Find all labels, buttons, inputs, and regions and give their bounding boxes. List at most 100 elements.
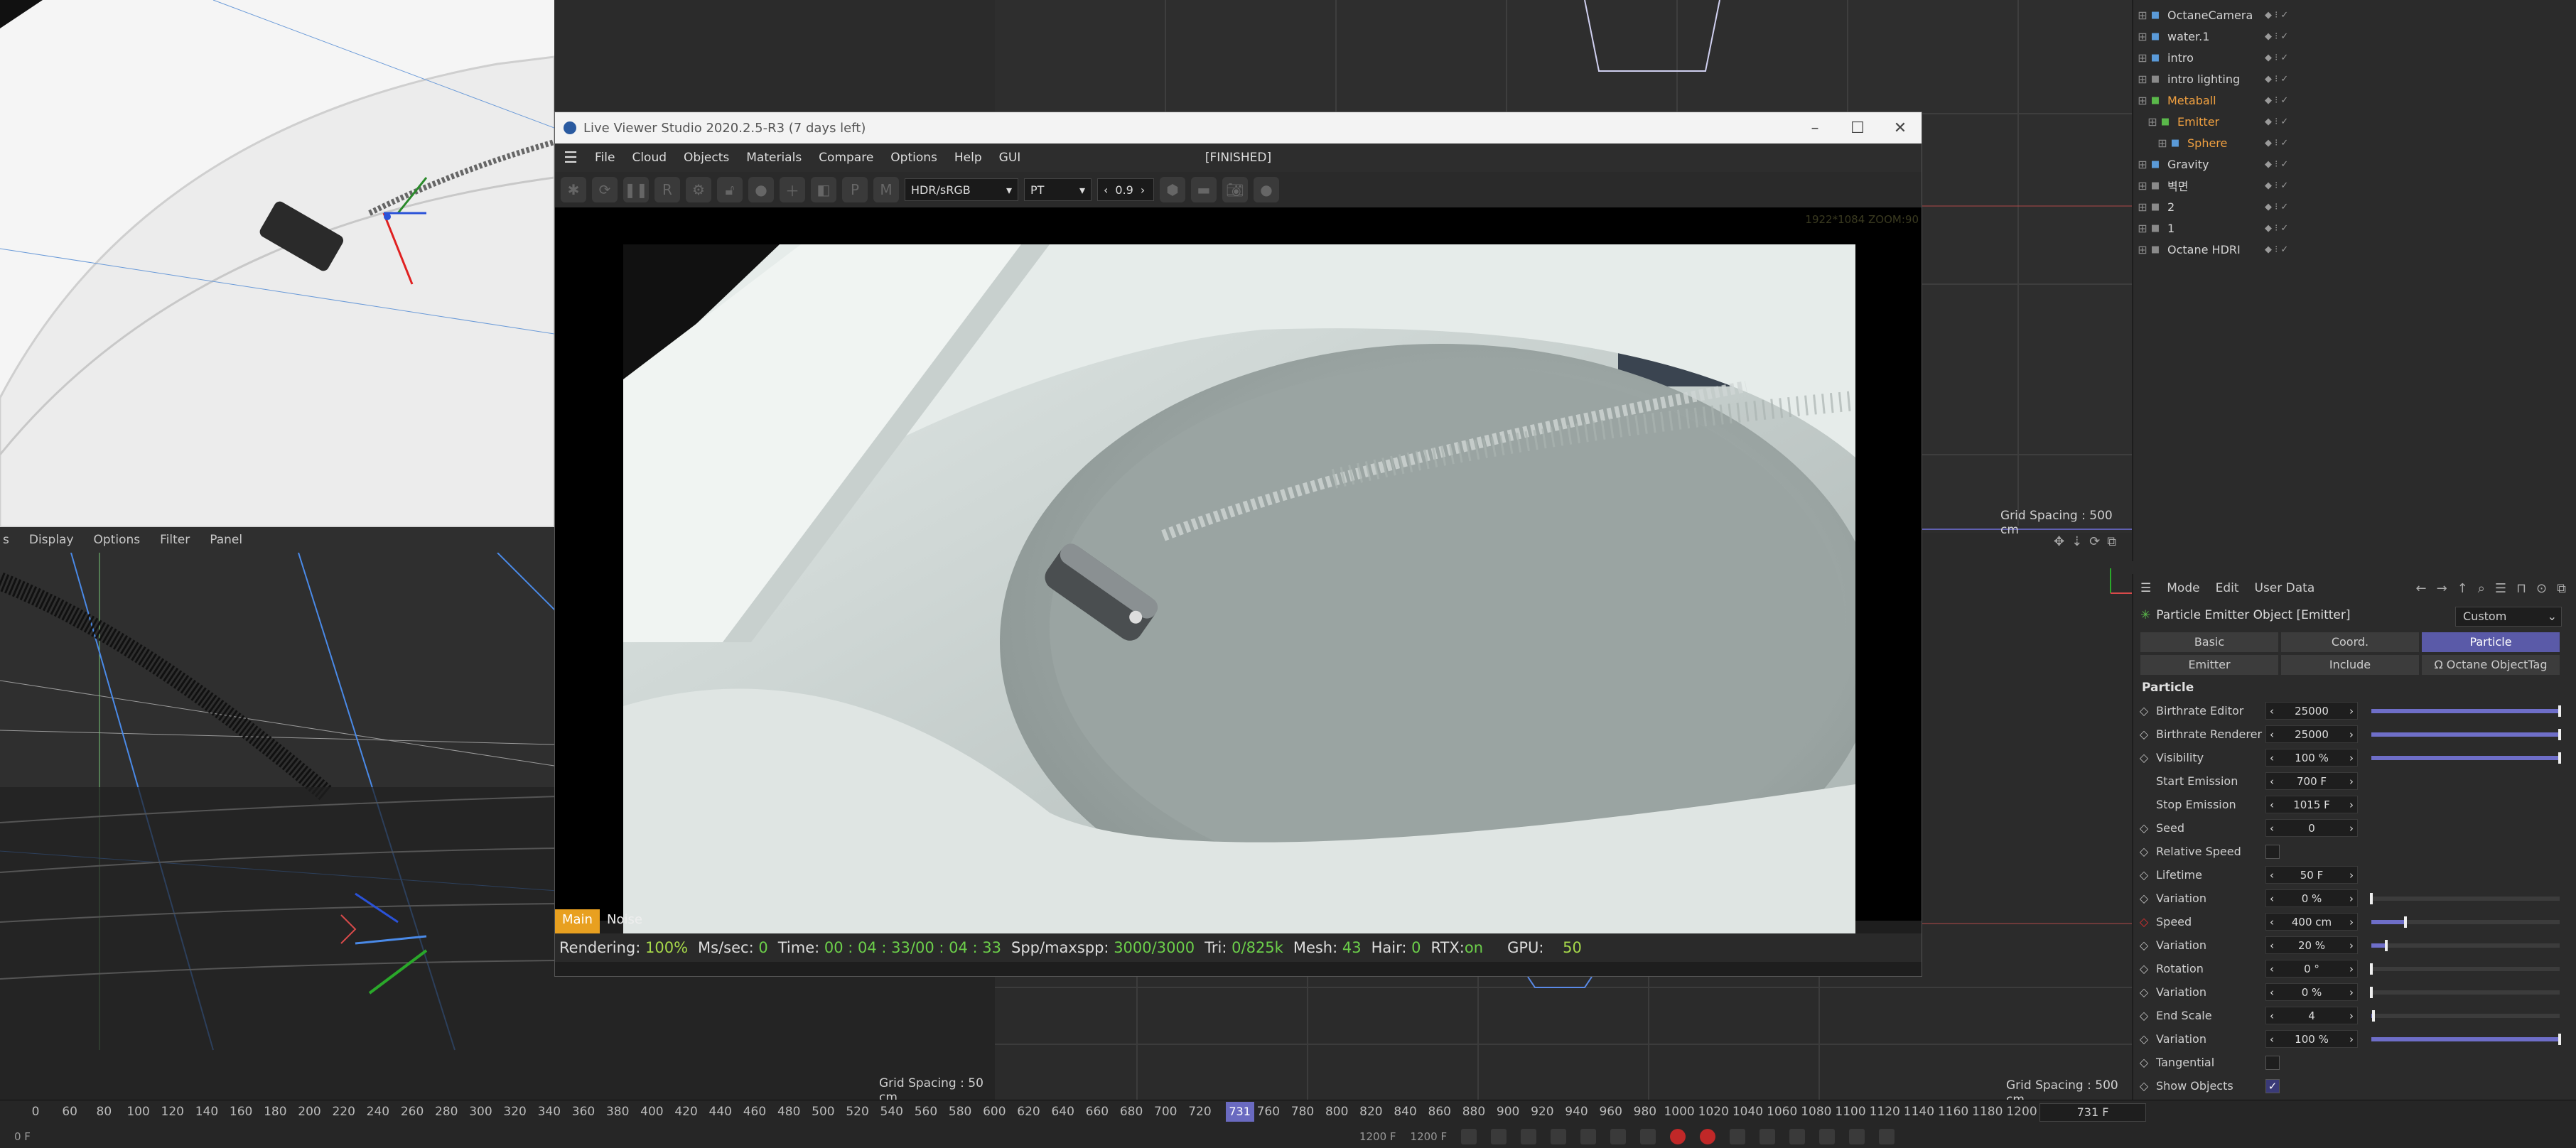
am-menu-mode[interactable]: Mode xyxy=(2167,581,2199,595)
visibility-flags[interactable]: ◆ ⁝ ✓ xyxy=(2265,138,2288,148)
next-frame-icon[interactable] xyxy=(1580,1129,1597,1144)
slider-knob[interactable] xyxy=(2371,1009,2375,1022)
keyframe-icon[interactable]: ◇ xyxy=(2133,938,2155,952)
pick-focus-icon[interactable]: ◧ xyxy=(811,177,836,202)
parameter-field[interactable]: ‹ 0 › xyxy=(2265,819,2358,837)
menu-compare[interactable]: Compare xyxy=(810,151,882,165)
keyframe-icon[interactable]: ◇ xyxy=(2133,1032,2155,1046)
slider-knob[interactable] xyxy=(2370,892,2373,904)
slider-knob[interactable] xyxy=(2558,728,2561,740)
menu-materials[interactable]: Materials xyxy=(738,151,810,165)
minimize-icon[interactable]: – xyxy=(1794,112,1836,144)
increment-icon[interactable]: › xyxy=(2349,822,2354,835)
keyframe-icon[interactable]: ◇ xyxy=(2133,751,2155,764)
object-name[interactable]: Emitter xyxy=(2177,115,2263,129)
menu-gui[interactable]: GUI xyxy=(991,151,1030,165)
object-row[interactable]: ⊞ ■ water.1 ◆ ⁝ ✓ xyxy=(2133,26,2576,47)
increment-icon[interactable]: › xyxy=(2349,916,2354,928)
expand-icon[interactable]: ⊞ xyxy=(2136,243,2149,256)
parameter-field[interactable]: ‹ 20 % › xyxy=(2265,936,2358,954)
tab-emitter[interactable]: Emitter xyxy=(2140,655,2278,675)
object-name[interactable]: intro xyxy=(2167,51,2263,65)
visibility-flags[interactable]: ◆ ⁝ ✓ xyxy=(2265,10,2288,21)
parameter-slider[interactable] xyxy=(2371,752,2561,764)
colorspace-select[interactable]: HDR/sRGB ▾ xyxy=(905,178,1018,201)
parameter-slider[interactable] xyxy=(2370,892,2560,904)
maximize-icon[interactable]: ☐ xyxy=(1836,112,1879,144)
forward-arrow-icon[interactable]: → xyxy=(2437,581,2447,596)
max-frame-field[interactable]: 1200 F xyxy=(1411,1130,1448,1143)
increment-icon[interactable]: › xyxy=(2349,892,2354,905)
timeline[interactable]: 0 60 80 100 120 140 160 180 200 220 240 260 280 300 32… xyxy=(0,1100,2576,1148)
am-menu-edit[interactable]: Edit xyxy=(2216,581,2239,595)
viewport-menu-options[interactable]: Options xyxy=(94,533,141,547)
keyframe-icon[interactable]: ◇ xyxy=(2133,1009,2155,1022)
min-frame-field[interactable]: 1200 F xyxy=(1359,1130,1396,1143)
parameter-checkbox[interactable]: ✓ xyxy=(2265,1078,2280,1093)
object-row[interactable]: ⊞ ■ intro lighting ◆ ⁝ ✓ xyxy=(2133,68,2576,90)
object-row[interactable]: ⊞ ■ Emitter ◆ ⁝ ✓ xyxy=(2133,111,2576,132)
slider-knob[interactable] xyxy=(2558,1033,2561,1045)
object-row[interactable]: ⊞ ■ intro ◆ ⁝ ✓ xyxy=(2133,47,2576,68)
go-to-end-icon[interactable] xyxy=(1640,1129,1656,1144)
parameter-field[interactable]: ‹ 100 % › xyxy=(2265,1030,2358,1048)
parameter-field[interactable]: ‹ 1015 F › xyxy=(2265,796,2358,813)
gear-icon[interactable]: ⚙ xyxy=(686,177,711,202)
rotate-view-icon[interactable]: ⟳ xyxy=(2089,534,2100,549)
object-row[interactable]: ⊞ ■ 2 ◆ ⁝ ✓ xyxy=(2133,196,2576,217)
tab-basic[interactable]: Basic xyxy=(2140,632,2278,652)
slider-knob[interactable] xyxy=(2403,916,2407,928)
kernel-select[interactable]: PT ▾ xyxy=(1024,178,1092,201)
parameter-field[interactable]: ‹ 0 % › xyxy=(2265,983,2358,1001)
tab-include[interactable]: Include xyxy=(2281,655,2419,675)
keyframe-icon[interactable]: ◇ xyxy=(2133,704,2155,718)
object-name[interactable]: Gravity xyxy=(2167,158,2263,171)
next-key-icon[interactable] xyxy=(1610,1129,1627,1144)
live-viewer-titlebar[interactable]: Live Viewer Studio 2020.2.5-R3 (7 days l… xyxy=(555,112,1922,144)
timeline-ruler[interactable]: 0 60 80 100 120 140 160 180 200 220 240 260 280 300 32… xyxy=(0,1100,2039,1125)
object-row[interactable]: ⊞ ■ Sphere ◆ ⁝ ✓ xyxy=(2133,132,2576,153)
parameter-checkbox[interactable] xyxy=(2265,844,2280,859)
record-icon[interactable]: ● xyxy=(1254,177,1279,202)
region-render-icon[interactable]: R xyxy=(654,177,680,202)
zoom-stepper[interactable]: ‹ 0.9 › xyxy=(1097,178,1154,201)
visibility-flags[interactable]: ◆ ⁝ ✓ xyxy=(2265,53,2288,63)
keyframe-icon[interactable]: ◇ xyxy=(2133,868,2155,882)
visibility-flags[interactable]: ◆ ⁝ ✓ xyxy=(2265,223,2288,234)
tab-main[interactable]: Main xyxy=(555,909,600,933)
parameter-slider[interactable] xyxy=(2371,916,2560,928)
move-view-icon[interactable]: ✥ xyxy=(2054,534,2064,549)
record-keys-icon[interactable] xyxy=(1670,1129,1686,1144)
add-region-icon[interactable]: ＋ xyxy=(780,177,805,202)
rotation-key-icon[interactable] xyxy=(1819,1129,1836,1144)
slider-knob[interactable] xyxy=(2558,705,2561,717)
keyframe-icon[interactable]: ◇ xyxy=(2133,915,2155,928)
material-ball-icon[interactable]: ● xyxy=(748,177,774,202)
parameter-field[interactable]: ‹ 700 F › xyxy=(2265,772,2358,790)
scale-key-icon[interactable] xyxy=(1789,1129,1806,1144)
visibility-flags[interactable]: ◆ ⁝ ✓ xyxy=(2265,95,2288,106)
parameter-field[interactable]: ‹ 0 ° › xyxy=(2265,960,2358,978)
expand-icon[interactable]: ⊞ xyxy=(2156,136,2169,150)
viewport-menu-item[interactable]: s xyxy=(3,533,9,547)
object-name[interactable]: 벽면 xyxy=(2167,177,2263,194)
expand-icon[interactable]: ⊞ xyxy=(2136,200,2149,214)
object-row[interactable]: ⊞ ■ OctaneCamera ◆ ⁝ ✓ xyxy=(2133,4,2576,26)
visibility-flags[interactable]: ◆ ⁝ ✓ xyxy=(2265,74,2288,85)
parameter-checkbox[interactable] xyxy=(2265,1055,2280,1070)
layer-icon[interactable]: ▬ xyxy=(1191,177,1217,202)
preset-select[interactable]: Custom ⌄ xyxy=(2455,607,2562,627)
slider-knob[interactable] xyxy=(2370,963,2373,975)
up-arrow-icon[interactable]: ↑ xyxy=(2457,581,2468,596)
key-selection-icon[interactable] xyxy=(1730,1129,1746,1144)
visibility-flags[interactable]: ◆ ⁝ ✓ xyxy=(2265,117,2288,127)
viewport-menu-filter[interactable]: Filter xyxy=(160,533,190,547)
expand-icon[interactable]: ⊞ xyxy=(2136,9,2149,22)
search-icon[interactable]: ⌕ xyxy=(2478,581,2485,596)
increment-icon[interactable]: › xyxy=(2349,728,2354,741)
object-name[interactable]: Octane HDRI xyxy=(2167,243,2263,256)
prev-frame-icon[interactable] xyxy=(1521,1129,1537,1144)
camera-snapshot-icon[interactable]: 📷︎ xyxy=(1222,177,1248,202)
object-name[interactable]: 2 xyxy=(2167,200,2263,214)
autokey-icon[interactable] xyxy=(1700,1129,1716,1144)
